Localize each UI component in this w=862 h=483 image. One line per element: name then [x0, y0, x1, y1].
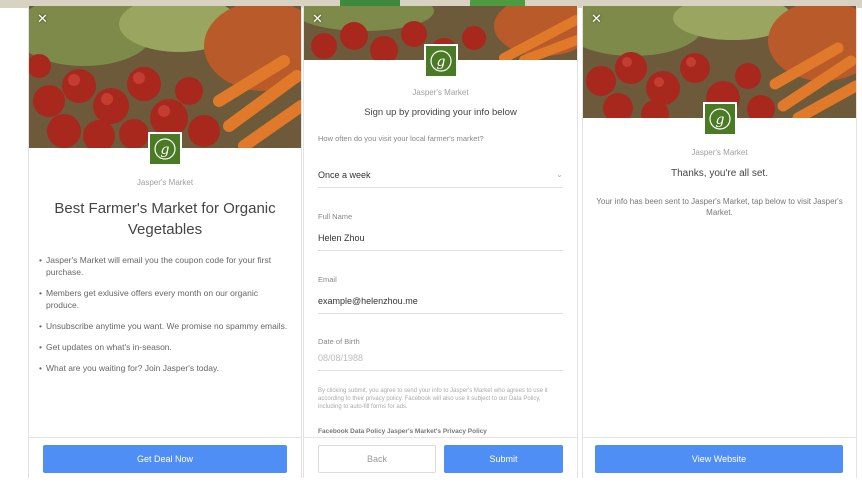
email-field[interactable]: example@helenzhou.me — [318, 296, 563, 306]
jaspers-logo-icon: g — [702, 102, 737, 136]
jaspers-logo-icon: g — [423, 44, 458, 78]
email-label: Email — [318, 275, 337, 284]
divider — [318, 187, 563, 188]
close-icon[interactable]: ✕ — [312, 12, 323, 25]
svg-text:g: g — [161, 142, 170, 158]
privacy-disclaimer: By clicking submit, you agree to send yo… — [318, 388, 548, 410]
chevron-down-icon: ⌄ — [556, 170, 563, 179]
back-button[interactable]: Back — [318, 445, 436, 473]
footer: View Website — [583, 437, 856, 478]
frequency-value: Once a week — [318, 170, 371, 180]
confirmation-title: Thanks, you're all set. — [671, 168, 768, 179]
close-icon[interactable]: ✕ — [37, 12, 48, 25]
view-website-button[interactable]: View Website — [595, 445, 843, 473]
panel-confirmation: ✕ g Jasper's Market Thanks, you're all s… — [582, 6, 857, 478]
divider — [318, 313, 563, 314]
footer: Get Deal Now — [29, 437, 301, 478]
benefits-list: Jasper's Market will email you the coupo… — [39, 254, 291, 383]
panel-intro: ✕ g Jasper's Market Best Farmer's Market… — [28, 6, 302, 478]
submit-button[interactable]: Submit — [444, 445, 563, 473]
dob-label: Date of Birth — [318, 337, 360, 346]
hero-image: ✕ — [29, 6, 301, 148]
page-title: Best Farmer's Market for Organic Vegetab… — [54, 200, 276, 238]
list-item: Unsubscribe anytime you want. We promise… — [39, 320, 291, 332]
divider — [318, 370, 563, 371]
footer: Back Submit — [304, 437, 577, 478]
full-name-label: Full Name — [318, 212, 353, 221]
svg-text:g: g — [715, 112, 724, 128]
full-name-field[interactable]: Helen Zhou — [318, 233, 563, 243]
close-icon[interactable]: ✕ — [591, 12, 602, 25]
get-deal-button[interactable]: Get Deal Now — [43, 445, 287, 473]
brand-name: Jasper's Market — [136, 178, 194, 187]
list-item: Get updates on what's in-season. — [39, 341, 291, 353]
jaspers-logo-icon: g — [148, 132, 182, 166]
list-item: What are you waiting for? Join Jasper's … — [39, 362, 291, 374]
frequency-question: How often do you visit your local farmer… — [318, 134, 484, 143]
divider — [318, 250, 563, 251]
brand-name: Jasper's Market — [412, 88, 469, 97]
form-subtitle: Sign up by providing your info below — [364, 107, 517, 118]
confirmation-message: Your info has been sent to Jasper's Mark… — [596, 197, 843, 217]
list-item: Jasper's Market will email you the coupo… — [39, 254, 291, 278]
dob-field[interactable]: 08/08/1988 — [318, 353, 563, 363]
svg-text:g: g — [436, 54, 445, 70]
list-item: Members get exlusive offers every month … — [39, 287, 291, 311]
brand-name: Jasper's Market — [691, 148, 748, 157]
frequency-select[interactable]: Once a week ⌄ — [318, 170, 563, 180]
policy-links[interactable]: Facebook Data Policy Jasper's Market's P… — [318, 428, 563, 435]
panel-form: ✕ g Jasper's Market Sign up by providing… — [303, 6, 578, 478]
